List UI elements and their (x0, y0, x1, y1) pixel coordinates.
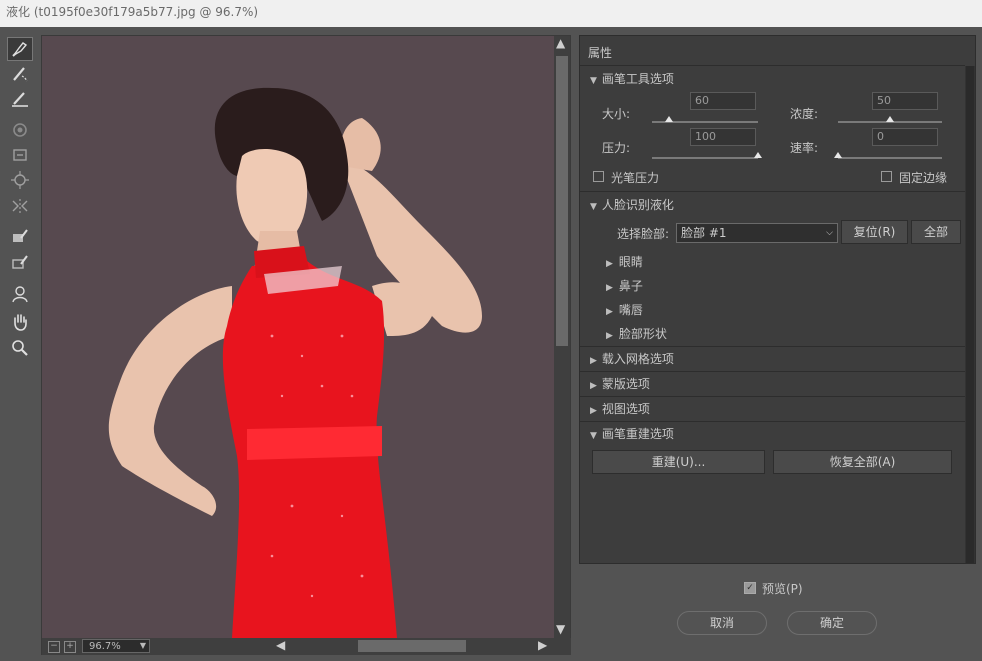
vertical-scroll-thumb[interactable] (556, 56, 568, 346)
panel-scroll-thumb[interactable] (966, 66, 974, 563)
face-item-label: 脸部形状 (618, 327, 667, 341)
section-title: 人脸识别液化 (601, 198, 674, 212)
face-item-label: 眼睛 (618, 255, 643, 269)
select-face-dropdown[interactable]: 脸部 #1 ⌵ (676, 223, 838, 243)
section-title: 蒙版选项 (601, 377, 650, 391)
collapsed-triangle-icon: ▶ (590, 406, 597, 416)
expanded-triangle-icon: ▼ (590, 202, 597, 212)
restore-all-button[interactable]: 恢复全部(A) (773, 450, 952, 474)
section-view-options[interactable]: ▶ 视图选项 (590, 400, 650, 417)
pressure-slider-track[interactable] (652, 157, 758, 159)
zoom-in-button[interactable]: + (64, 641, 76, 653)
collapsed-triangle-icon: ▶ (606, 331, 613, 341)
face-item-eyes[interactable]: ▶ 眼睛 (606, 253, 643, 270)
scroll-right-arrow-icon[interactable]: ▶ (538, 638, 547, 652)
section-mask-options[interactable]: ▶ 蒙版选项 (590, 375, 650, 392)
window-titlebar: 液化 (t0195f0e30f179a5b77.jpg @ 96.7%) (0, 0, 982, 27)
zoom-tool-icon[interactable] (8, 337, 32, 359)
horizontal-scroll-thumb[interactable] (358, 640, 466, 652)
reconstruct-tool-icon[interactable] (8, 63, 32, 85)
size-label: 大小: (602, 107, 631, 121)
hand-tool-icon[interactable] (8, 311, 32, 333)
cancel-button[interactable]: 取消 (677, 611, 767, 635)
stylus-pressure-label: 光笔压力 (611, 171, 660, 185)
density-slider-knob[interactable] (886, 116, 894, 122)
pressure-label: 压力: (602, 141, 631, 155)
collapsed-triangle-icon: ▶ (590, 356, 597, 366)
density-input[interactable]: 50 (872, 92, 938, 110)
rate-slider-knob[interactable] (834, 152, 842, 158)
canvas-vertical-scrollbar[interactable]: ▲ ▼ (554, 36, 570, 638)
section-divider (580, 396, 965, 397)
face-item-label: 鼻子 (618, 279, 643, 293)
scroll-up-arrow-icon[interactable]: ▲ (556, 36, 565, 50)
expanded-triangle-icon: ▼ (590, 76, 597, 86)
zoom-dropdown-chevron-icon[interactable]: ▼ (136, 640, 150, 652)
face-tool-icon[interactable] (8, 283, 32, 305)
chevron-down-icon: ⌵ (826, 228, 833, 238)
thaw-mask-tool-icon[interactable] (8, 251, 32, 273)
collapsed-triangle-icon: ▶ (606, 259, 613, 269)
bloat-tool-icon[interactable] (8, 169, 32, 191)
twirl-clockwise-tool-icon[interactable] (8, 119, 32, 141)
scroll-left-arrow-icon[interactable]: ◀ (276, 638, 285, 652)
face-item-label: 嘴唇 (618, 303, 643, 317)
reset-button[interactable]: 复位(R) (841, 220, 908, 244)
panel-title: 属性 (588, 46, 613, 60)
ok-button[interactable]: 确定 (787, 611, 877, 635)
collapsed-triangle-icon: ▶ (590, 381, 597, 391)
face-item-face-shape[interactable]: ▶ 脸部形状 (606, 325, 667, 342)
pressure-slider-knob[interactable] (754, 152, 762, 158)
section-divider (580, 346, 965, 347)
portrait-photo (42, 36, 554, 638)
properties-panel: 属性 ▼ 画笔工具选项 大小: 60 浓度: 50 压力: 100 速率: 0 光… (579, 35, 976, 564)
preview-label: 预览(P) (762, 582, 803, 596)
window-title: 液化 (t0195f0e30f179a5b77.jpg @ 96.7%) (6, 5, 259, 19)
pucker-tool-icon[interactable] (8, 144, 32, 166)
collapsed-triangle-icon: ▶ (606, 307, 613, 317)
section-face-aware-liquify[interactable]: ▼ 人脸识别液化 (590, 196, 674, 213)
expanded-triangle-icon: ▼ (590, 431, 597, 441)
panel-divider (580, 65, 965, 66)
select-face-label: 选择脸部: (617, 227, 670, 241)
canvas-horizontal-scrollbar[interactable]: − + 96.7% ▼ ◀ ▶ (42, 638, 571, 655)
rate-label: 速率: (790, 141, 819, 155)
size-slider-knob[interactable] (664, 116, 673, 122)
section-divider (580, 421, 965, 422)
rate-input[interactable]: 0 (872, 128, 938, 146)
forward-warp-tool-icon[interactable] (7, 37, 33, 61)
image-canvas[interactable] (42, 36, 554, 638)
size-input[interactable]: 60 (690, 92, 756, 110)
preview-checkbox[interactable]: ✓ (744, 582, 756, 594)
freeze-mask-tool-icon[interactable] (8, 225, 32, 247)
section-title: 载入网格选项 (601, 352, 674, 366)
section-title: 画笔重建选项 (601, 427, 674, 441)
pressure-input[interactable]: 100 (690, 128, 756, 146)
section-brush-reconstruct-options[interactable]: ▼ 画笔重建选项 (590, 425, 674, 442)
stylus-pressure-checkbox[interactable] (593, 171, 604, 182)
section-brush-tool-options[interactable]: ▼ 画笔工具选项 (590, 70, 674, 87)
zoom-out-button[interactable]: − (48, 641, 60, 653)
pin-edges-checkbox[interactable] (881, 171, 892, 182)
face-item-mouth[interactable]: ▶ 嘴唇 (606, 301, 643, 318)
section-load-mesh-options[interactable]: ▶ 载入网格选项 (590, 350, 674, 367)
section-title: 视图选项 (601, 402, 650, 416)
density-label: 浓度: (790, 107, 819, 121)
collapsed-triangle-icon: ▶ (606, 283, 613, 293)
push-left-tool-icon[interactable] (8, 195, 32, 217)
face-item-nose[interactable]: ▶ 鼻子 (606, 277, 643, 294)
scroll-down-arrow-icon[interactable]: ▼ (556, 622, 565, 636)
smooth-tool-icon[interactable] (8, 88, 32, 110)
tool-bar (0, 27, 41, 661)
panel-scrollbar[interactable] (965, 66, 975, 563)
reconstruct-button[interactable]: 重建(U)... (592, 450, 765, 474)
zoom-level-value: 96.7% (89, 641, 121, 652)
select-face-value: 脸部 #1 (681, 226, 727, 240)
all-button[interactable]: 全部 (911, 220, 961, 244)
section-divider (580, 371, 965, 372)
section-title: 画笔工具选项 (601, 72, 674, 86)
section-divider (580, 191, 965, 192)
rate-slider-track[interactable] (838, 157, 942, 159)
pin-edges-label: 固定边缘 (899, 171, 948, 185)
